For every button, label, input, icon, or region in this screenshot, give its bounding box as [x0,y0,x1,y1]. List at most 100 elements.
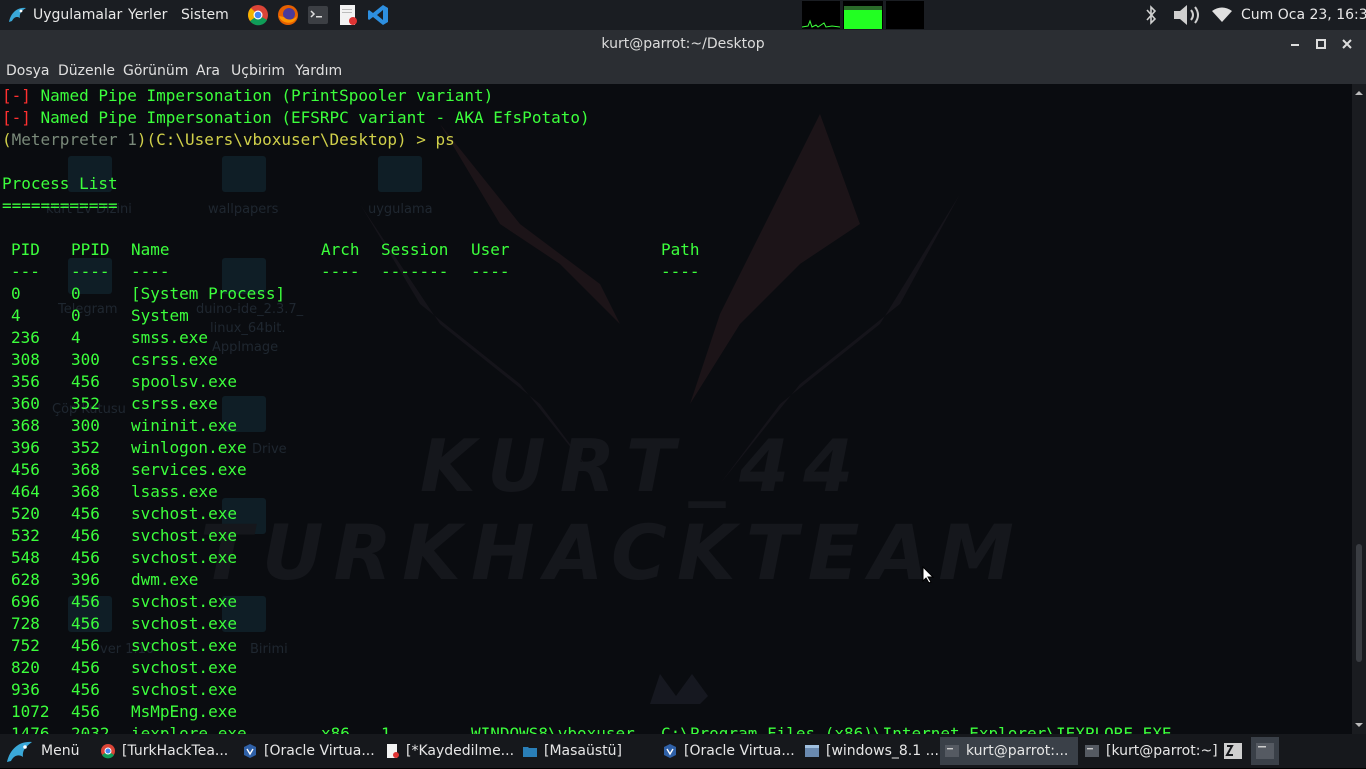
terminal-output[interactable]: kurt Ev Dizini wallpapers uygulama Teleg… [0,84,1352,734]
terminal-icon[interactable] [307,4,329,26]
process-cell-ppid: 456 [71,504,100,523]
prompt-command: )(C:\Users\vboxuser\Desktop) > ps [136,130,455,149]
taskbar-item-label: [kurt@parrot:~] [1106,743,1218,759]
process-cell-name: wininit.exe [131,416,237,435]
places-menu[interactable]: Yerler [128,0,167,30]
taskbar-item[interactable]: [kurt@parrot:~] [1080,737,1218,765]
process-cell-name: smss.exe [131,328,209,347]
menu-edit[interactable]: Düzenle [58,58,115,84]
process-cell-name: svchost.exe [131,526,237,545]
process-cell-ppid: 456 [71,592,100,611]
taskbar-item[interactable]: [Masaüstü] [518,737,656,765]
text-editor-icon [387,744,399,758]
column-underline-session: ------- [381,262,449,281]
menu-help[interactable]: Yardım [295,58,342,84]
show-desktop-button[interactable] [1251,737,1279,765]
menu-file[interactable]: Dosya [6,58,50,84]
wifi-icon[interactable] [1212,7,1232,23]
process-cell-name: svchost.exe [131,614,237,633]
taskbar-item[interactable]: [Oracle Virtua... [238,737,376,765]
applications-label: Uygulamalar [33,7,123,23]
process-cell-user: WINDOWS8\vboxuser [471,724,635,734]
process-cell-pid: 696 [11,592,40,611]
terminal-icon [1256,743,1274,759]
scrollbar-thumb[interactable] [1356,544,1362,662]
start-menu-button[interactable]: Menü [4,737,82,765]
taskbar-item-label: [windows_8.1 ... [826,743,938,759]
process-cell-ppid: 0 [71,306,81,325]
terminal-line: [-] Named Pipe Impersonation (EFSRPC var… [2,107,590,129]
process-cell-pid: 308 [11,350,40,369]
taskbar-item-label: [*Kaydedilme... [406,743,515,759]
process-cell-name: svchost.exe [131,658,237,677]
taskbar-item-label: [Oracle Virtua... [264,743,375,759]
minimize-button[interactable] [1288,30,1302,58]
process-cell-pid: 1072 [11,702,50,721]
volume-icon[interactable] [1172,3,1202,27]
process-cell-pid: 464 [11,482,40,501]
terminal-prompt: (Meterpreter 1)(C:\Users\vboxuser\Deskto… [2,129,455,151]
process-cell-pid: 820 [11,658,40,677]
process-cell-pid: 520 [11,504,40,523]
window-titlebar[interactable]: kurt@parrot:~/Desktop [0,30,1366,58]
virtualbox-icon [664,744,676,758]
process-cell-name: svchost.exe [131,636,237,655]
process-cell-name: services.exe [131,460,247,479]
column-header-name: Name [131,240,170,259]
clock[interactable]: Cum Oca 23, 16:38 [1241,0,1366,30]
process-cell-name: csrss.exe [131,350,218,369]
column-header-arch: Arch [321,240,360,259]
maximize-icon [1316,39,1326,49]
chrome-icon[interactable] [247,4,269,26]
terminal-scrollbar[interactable] [1352,84,1366,734]
taskbar-item[interactable]: [windows_8.1 ... [800,737,938,765]
process-cell-pid: 368 [11,416,40,435]
taskbar-item-label: [Masaüstü] [544,743,622,759]
process-cell-pid: 360 [11,394,40,413]
firefox-icon[interactable] [277,4,299,26]
wallpaper-watermark-turkhackteam: TURKHACKTEAM [200,508,1024,597]
process-cell-ppid: 456 [71,526,100,545]
scroll-down-icon[interactable] [1352,718,1366,732]
process-cell-pid: 236 [11,328,40,347]
process-cell-pid: 752 [11,636,40,655]
bluetooth-icon[interactable] [1143,4,1159,26]
workspace-icon [1224,743,1242,759]
process-cell-name: svchost.exe [131,680,237,699]
applications-menu[interactable]: Uygulamalar [6,0,122,30]
top-panel: Uygulamalar Yerler Sistem Cum Oca 23, 16… [0,0,1366,30]
menu-terminal[interactable]: Uçbirim [231,58,285,84]
mouse-cursor-icon [922,565,935,588]
clock-text: Cum Oca 23, 16:38 [1241,7,1366,23]
vscode-icon[interactable] [367,4,389,26]
taskbar-item[interactable]: kurt@parrot:... [940,737,1078,765]
minimize-icon [1291,44,1299,46]
process-cell-ppid: 368 [71,482,100,501]
process-cell-ppid: 352 [71,438,100,457]
taskbar-item[interactable]: [TurkHackTea... [96,737,234,765]
column-underline-path: ---- [661,262,700,281]
process-cell-name: dwm.exe [131,570,199,589]
taskbar: Menü [TurkHackTea... [Oracle Virtua... [*K… [0,734,1366,768]
column-header-path: Path [661,240,700,259]
taskbar-item[interactable]: [Oracle Virtua... [658,737,796,765]
process-cell-ppid: 456 [71,680,100,699]
process-cell-name: [System Process] [131,284,286,303]
taskbar-item-label: kurt@parrot:... [966,743,1069,759]
process-cell-name: svchost.exe [131,548,237,567]
memory-graph [843,1,883,29]
menu-view[interactable]: Görünüm [123,58,188,84]
system-menu[interactable]: Sistem [181,0,229,30]
text-editor-icon[interactable] [337,4,359,26]
terminal-menubar: Dosya Düzenle Görünüm Ara Uçbirim Yardım [0,58,1366,84]
process-cell-ppid: 456 [71,658,100,677]
close-button[interactable] [1340,30,1354,58]
process-cell-name: svchost.exe [131,592,237,611]
menu-search[interactable]: Ara [196,58,220,84]
column-header-ppid: PPID [71,240,110,259]
scroll-up-icon[interactable] [1352,86,1366,100]
process-cell-arch: x86 [321,724,350,734]
workspace-switcher[interactable] [1222,737,1244,765]
maximize-button[interactable] [1314,30,1328,58]
taskbar-item[interactable]: [*Kaydedilme... [380,737,518,765]
